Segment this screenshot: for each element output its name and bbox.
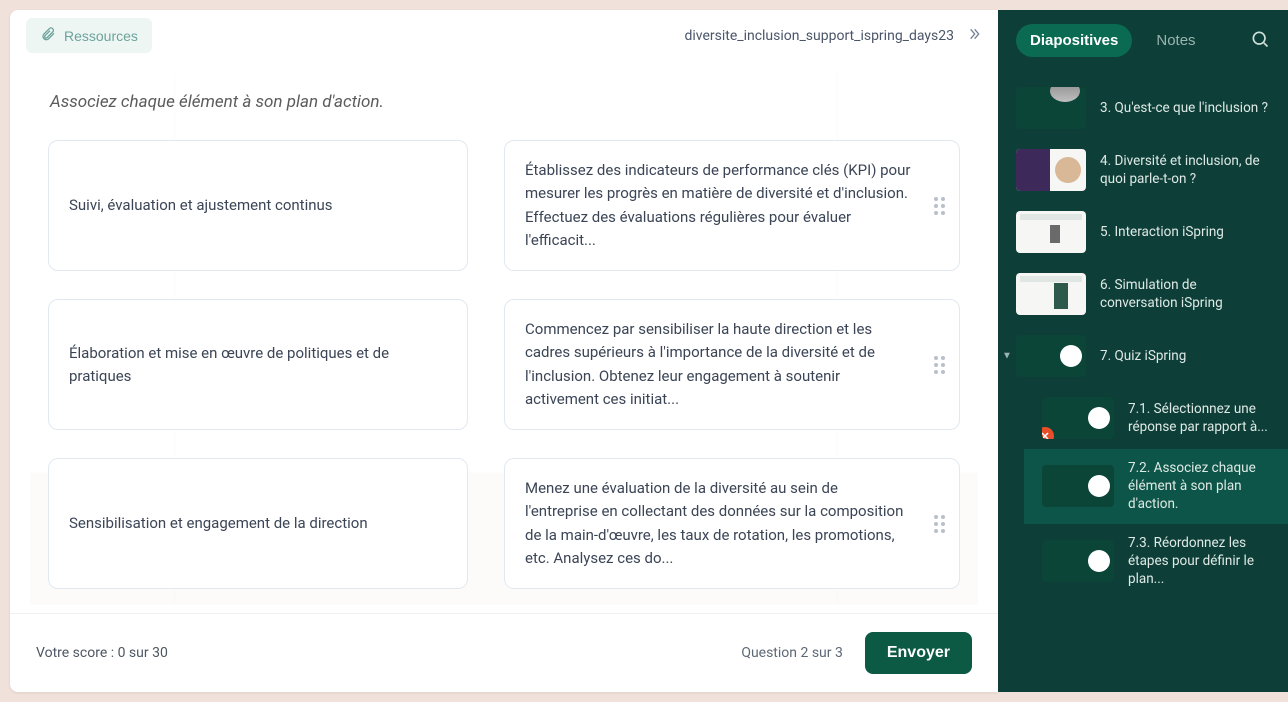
drop-label: Élaboration et mise en œuvre de politiqu… bbox=[69, 342, 447, 387]
match-pairs: Suivi, évaluation et ajustement continus… bbox=[30, 140, 978, 589]
submit-button[interactable]: Envoyer bbox=[865, 632, 972, 674]
drag-text: Commencez par sensibiliser la haute dire… bbox=[525, 318, 913, 411]
slide-list[interactable]: 3. Qu'est-ce que l'inclusion ? 4. Divers… bbox=[998, 71, 1288, 692]
drag-item[interactable]: Établissez des indicateurs de performanc… bbox=[504, 140, 960, 271]
side-tabs: Diapositives Notes bbox=[998, 10, 1288, 71]
slide-item-parent[interactable]: ▼ 7. Quiz iSpring bbox=[998, 325, 1288, 387]
slide-thumbnail bbox=[1042, 465, 1114, 507]
slide-item[interactable]: 4. Diversité et inclusion, de quoi parle… bbox=[998, 139, 1288, 201]
footer-right: Question 2 sur 3 Envoyer bbox=[741, 632, 972, 674]
match-pair: Suivi, évaluation et ajustement continus… bbox=[48, 140, 960, 271]
score-text: Votre score : 0 sur 30 bbox=[36, 645, 168, 661]
drag-text: Menez une évaluation de la diversité au … bbox=[525, 477, 913, 570]
drop-target[interactable]: Suivi, évaluation et ajustement continus bbox=[48, 140, 468, 271]
main-panel: Ressources diversite_inclusion_support_i… bbox=[10, 10, 998, 692]
slide-thumbnail bbox=[1016, 335, 1086, 377]
presentation-title: diversite_inclusion_support_ispring_days… bbox=[684, 28, 954, 44]
slide-label: 4. Diversité et inclusion, de quoi parle… bbox=[1100, 152, 1270, 188]
app-root: Ressources diversite_inclusion_support_i… bbox=[0, 0, 1288, 702]
slide-item[interactable]: 6. Simulation de conversation iSpring bbox=[998, 263, 1288, 325]
drag-text: Établissez des indicateurs de performanc… bbox=[525, 159, 913, 252]
drag-item[interactable]: Menez une évaluation de la diversité au … bbox=[504, 458, 960, 589]
slide-label: 7.1. Sélectionnez une réponse par rappor… bbox=[1128, 400, 1270, 436]
slide-thumbnail bbox=[1016, 87, 1086, 129]
slide-label: 3. Qu'est-ce que l'inclusion ? bbox=[1100, 99, 1270, 117]
slide-label: 5. Interaction iSpring bbox=[1100, 223, 1270, 241]
top-bar: Ressources diversite_inclusion_support_i… bbox=[10, 10, 998, 62]
slide-item[interactable]: 5. Interaction iSpring bbox=[998, 201, 1288, 263]
slide-label: 6. Simulation de conversation iSpring bbox=[1100, 276, 1270, 312]
question-progress: Question 2 sur 3 bbox=[741, 645, 843, 661]
search-button[interactable] bbox=[1250, 29, 1270, 52]
drag-handle-icon[interactable] bbox=[934, 515, 945, 533]
title-area: diversite_inclusion_support_ispring_days… bbox=[684, 26, 982, 46]
drop-target[interactable]: Sensibilisation et engagement de la dire… bbox=[48, 458, 468, 589]
drag-handle-icon[interactable] bbox=[934, 356, 945, 374]
drag-item[interactable]: Commencez par sensibiliser la haute dire… bbox=[504, 299, 960, 430]
slide-label: 7.2. Associez chaque élément à son plan … bbox=[1128, 459, 1270, 514]
match-pair: Élaboration et mise en œuvre de politiqu… bbox=[48, 299, 960, 430]
sub-slide-item[interactable]: ✕ 7.1. Sélectionnez une réponse par rapp… bbox=[1024, 387, 1288, 449]
paperclip-icon bbox=[40, 26, 56, 45]
sub-slide-item[interactable]: 7.3. Réordonnez les étapes pour définir … bbox=[1024, 524, 1288, 599]
resources-label: Ressources bbox=[64, 28, 138, 44]
drag-handle-icon[interactable] bbox=[934, 197, 945, 215]
quiz-instruction: Associez chaque élément à son plan d'act… bbox=[50, 92, 958, 112]
resources-button[interactable]: Ressources bbox=[26, 18, 152, 53]
slide-label: 7.3. Réordonnez les étapes pour définir … bbox=[1128, 534, 1270, 589]
slide-item[interactable]: 3. Qu'est-ce que l'inclusion ? bbox=[998, 77, 1288, 139]
tab-slides[interactable]: Diapositives bbox=[1016, 24, 1132, 57]
slide-label: 7. Quiz iSpring bbox=[1100, 347, 1270, 365]
drop-label: Suivi, évaluation et ajustement continus bbox=[69, 194, 333, 217]
slide-thumbnail bbox=[1016, 211, 1086, 253]
match-pair: Sensibilisation et engagement de la dire… bbox=[48, 458, 960, 589]
drop-label: Sensibilisation et engagement de la dire… bbox=[69, 512, 368, 535]
slide-thumbnail bbox=[1042, 540, 1114, 582]
drop-target[interactable]: Élaboration et mise en œuvre de politiqu… bbox=[48, 299, 468, 430]
slide-thumbnail bbox=[1016, 149, 1086, 191]
slide-thumbnail bbox=[1016, 273, 1086, 315]
slide-thumbnail: ✕ bbox=[1042, 397, 1114, 439]
collapse-icon[interactable]: ▼ bbox=[1002, 351, 1012, 362]
quiz-content: Associez chaque élément à son plan d'act… bbox=[30, 74, 978, 605]
error-badge-icon: ✕ bbox=[1042, 427, 1054, 439]
tab-notes[interactable]: Notes bbox=[1142, 24, 1209, 57]
sub-slide-list: ✕ 7.1. Sélectionnez une réponse par rapp… bbox=[998, 387, 1288, 598]
search-icon bbox=[1250, 29, 1270, 49]
footer-bar: Votre score : 0 sur 30 Question 2 sur 3 … bbox=[10, 613, 998, 692]
side-panel: Diapositives Notes 3. Qu'est-ce que l'in… bbox=[998, 10, 1288, 692]
sub-slide-item[interactable]: 7.2. Associez chaque élément à son plan … bbox=[1024, 449, 1288, 524]
chevron-double-right-icon[interactable] bbox=[966, 26, 982, 46]
